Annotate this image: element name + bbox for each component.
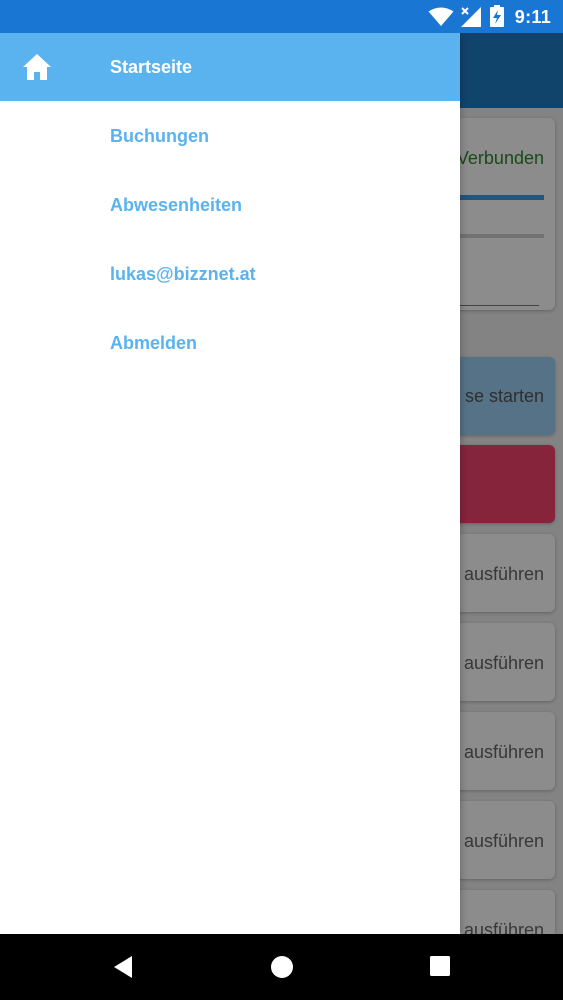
home-circle-icon[interactable]: [270, 955, 294, 979]
drawer-item-abmelden[interactable]: Abmelden: [0, 309, 460, 377]
battery-charging-icon: [490, 5, 504, 27]
wifi-icon: [428, 7, 454, 26]
navigation-bar: [0, 934, 563, 1000]
navigation-drawer: Startseite Buchungen Abwesenheiten lukas…: [0, 33, 460, 934]
drawer-item-account[interactable]: lukas@bizznet.at: [0, 240, 460, 308]
drawer-item-label: Abwesenheiten: [110, 195, 243, 215]
signal-icon: [461, 7, 481, 27]
drawer-item-startseite[interactable]: Startseite: [0, 33, 460, 101]
home-icon: [23, 54, 51, 80]
drawer-item-buchungen[interactable]: Buchungen: [0, 102, 460, 170]
drawer-item-abwesenheiten[interactable]: Abwesenheiten: [0, 171, 460, 239]
status-bar: 9:11: [0, 0, 563, 33]
drawer-item-label: Buchungen: [110, 126, 209, 146]
status-time: 9:11: [514, 7, 551, 27]
drawer-item-label: Startseite: [110, 57, 193, 77]
recents-icon[interactable]: [429, 955, 451, 977]
screen: 9:11 Verbunden se starten ausführen ausf…: [0, 0, 563, 1000]
drawer-item-label: lukas@bizznet.at: [110, 264, 256, 284]
drawer-item-label: Abmelden: [110, 333, 198, 353]
back-icon[interactable]: [112, 955, 134, 979]
